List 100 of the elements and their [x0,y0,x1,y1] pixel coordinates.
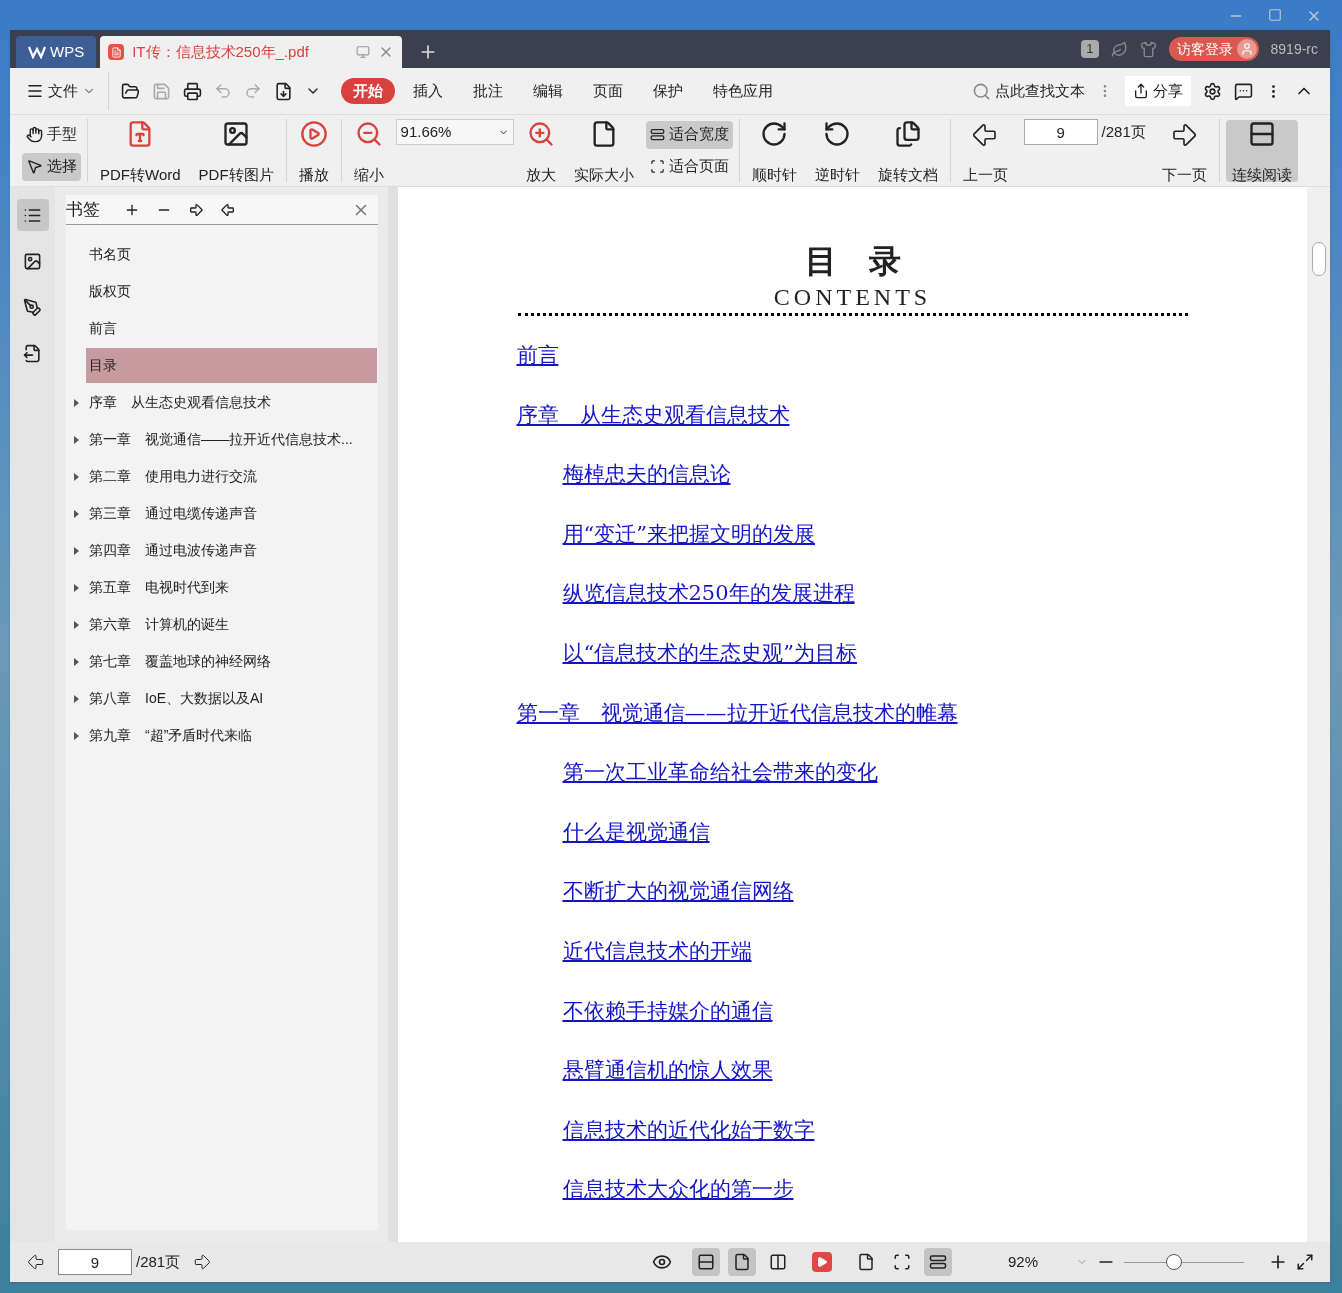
rotate-clockwise-button[interactable]: 顺时针 [745,119,803,182]
pages-icon [893,119,922,148]
play-button[interactable]: 播放 [292,119,335,182]
expand-arrow-icon[interactable] [74,509,79,518]
play-icon[interactable] [812,1252,832,1272]
export-icon[interactable] [274,81,293,101]
menu-tab[interactable]: 批注 [461,78,515,104]
folder-icon[interactable] [121,81,140,101]
contents-link[interactable]: 用“变迁”来把握文明的发展 [562,521,815,546]
menu-tab[interactable]: 保护 [641,78,695,104]
expand-arrow-icon[interactable] [74,472,79,481]
continuous-reading-button[interactable]: 连续阅读 [1225,119,1298,182]
menu-tab[interactable]: 特色应用 [701,78,785,104]
contents-link[interactable]: 悬臂通信机的惊人效果 [562,1058,773,1083]
contents-link[interactable]: 以“信息技术的生态史观”为目标 [562,640,857,665]
login-button[interactable]: 访客登录 [1168,37,1259,61]
zoom-out-button[interactable]: 缩小 [347,119,390,182]
rotate-counterclockwise-button[interactable]: 逆时针 [808,119,866,182]
expand-arrow-icon[interactable] [74,657,79,666]
pdf-to-image-button[interactable]: PDF转图片 [192,119,280,182]
convert-icon [23,343,42,363]
page-input[interactable]: 9 [1023,119,1098,145]
search-hint[interactable]: 点此查找文本 [995,79,1085,103]
bookmark-item[interactable]: 前言 [66,311,377,346]
bookmark-label: 前言 [89,319,117,338]
contents-link[interactable]: 不断扩大的视觉通信网络 [562,879,794,904]
expand-arrow-icon[interactable] [74,694,79,703]
bookmark-item[interactable]: 第三章 通过电缆传递声音 [66,496,377,531]
window-count-badge[interactable]: 1 [1081,40,1099,58]
fit-width-button[interactable] [924,1248,952,1276]
expand-arrow-icon[interactable] [74,546,79,555]
menu-tab[interactable]: 插入 [401,78,455,104]
previous-page-icon[interactable] [26,1252,46,1272]
fullscreen-icon[interactable] [1296,1253,1314,1271]
shirt-icon[interactable] [1139,40,1157,58]
bookmarks-rail-button[interactable] [16,199,49,231]
bookmark-label: 第八章 IoE、大数据以及AI [89,689,264,708]
comment-icon[interactable] [1234,81,1253,101]
contents-link[interactable]: 第一章 视觉通信——拉开近代信息技术的帷幕 [516,700,958,725]
expand-arrow-icon[interactable] [74,620,79,629]
hand-tool[interactable]: 手型 [22,120,81,149]
expand-arrow-icon[interactable] [74,583,79,592]
bookmark-item[interactable]: 第六章 计算机的诞生 [66,607,377,642]
bookmark-item[interactable]: 目录 [86,348,377,383]
contents-link[interactable]: 近代信息技术的开端 [562,938,752,963]
zoom-slider[interactable] [1124,1253,1244,1271]
bookmark-item[interactable]: 第四章 通过电波传递声音 [66,533,377,568]
bookmark-label: 目录 [89,356,117,375]
file-menu[interactable]: 文件 [26,79,96,103]
rotate-document-button[interactable]: 旋转文档 [871,119,944,182]
contents-link[interactable]: 第一次工业革命给社会带来的变化 [562,760,878,785]
next-page-icon[interactable] [192,1252,213,1272]
pdf-to-word-button[interactable]: PDF转Word [94,119,187,182]
contents-link[interactable]: 不依赖手持媒介的通信 [562,998,773,1023]
home-tab[interactable]: WPS [16,36,97,68]
bookmark-item[interactable]: 第九章 “超”矛盾时代来临 [66,718,377,753]
bookmark-label: 版权页 [89,282,131,301]
contents-link[interactable]: 纵览信息技术250年的发展进程 [562,581,855,606]
contents-link[interactable]: 信息技术大众化的第一步 [562,1177,794,1202]
fit-width-button[interactable]: 适合宽度 [645,120,733,149]
bookmark-label: 第二章 使用电力进行交流 [89,467,257,486]
share-button[interactable]: 分享 [1125,76,1191,106]
bookmark-label: 书名页 [89,245,131,264]
eye-icon[interactable] [652,1252,672,1272]
page-input[interactable]: 9 [58,1249,132,1275]
expand-arrow-icon[interactable] [74,731,79,740]
contents-link[interactable]: 信息技术的近代化始于数字 [562,1117,815,1142]
menu-tab[interactable]: 开始 [341,78,395,104]
zoom-in-button[interactable]: 放大 [519,119,562,182]
previous-page-button[interactable]: 上一页 [956,119,1014,182]
continuous-layout-button[interactable] [692,1248,720,1276]
contents-link[interactable]: 梅棹忠夫的信息论 [562,462,731,487]
contents-link[interactable]: 前言 [516,343,559,367]
bookmark-item[interactable]: 书名页 [66,237,377,272]
document-tab[interactable]: IT传：信息技术250年_.pdf [100,36,403,68]
bookmark-item[interactable]: 序章 从生态史观看信息技术 [66,385,377,420]
bookmark-item[interactable]: 版权页 [66,274,377,309]
settings-icon[interactable] [1203,81,1222,101]
expand-arrow-icon[interactable] [74,435,79,444]
menu-tab[interactable]: 页面 [581,78,635,104]
bookmark-item[interactable]: 第八章 IoE、大数据以及AI [66,681,377,716]
contents-link[interactable]: 序章 从生态史观看信息技术 [516,402,790,427]
contents-link[interactable]: 什么是视觉通信 [562,819,710,844]
bookmark-item[interactable]: 第一章 视觉通信——拉开近代信息技术... [66,422,377,457]
expand-arrow-icon[interactable] [74,398,79,407]
print-icon[interactable] [183,81,202,101]
leaf-icon[interactable] [1110,40,1128,58]
fit-page-button[interactable]: 适合页面 [645,152,733,181]
bookmark-item[interactable]: 第二章 使用电力进行交流 [66,459,377,494]
search-icon[interactable] [972,81,991,101]
bookmark-item[interactable]: 第七章 覆盖地球的神经网络 [66,644,377,679]
bookmark-item[interactable]: 第五章 电视时代到来 [66,570,377,605]
actual-size-button[interactable]: 实际大小 [567,119,640,182]
zoom-field[interactable]: 91.66% [395,119,514,145]
single-layout-button[interactable] [728,1248,756,1276]
next-page-button[interactable]: 下一页 [1155,119,1213,182]
menu-tab[interactable]: 编辑 [521,78,575,104]
zoom-value[interactable]: 92% [1008,1250,1068,1274]
slider-thumb[interactable] [1166,1254,1183,1270]
select-tool[interactable]: 选择 [22,152,81,181]
